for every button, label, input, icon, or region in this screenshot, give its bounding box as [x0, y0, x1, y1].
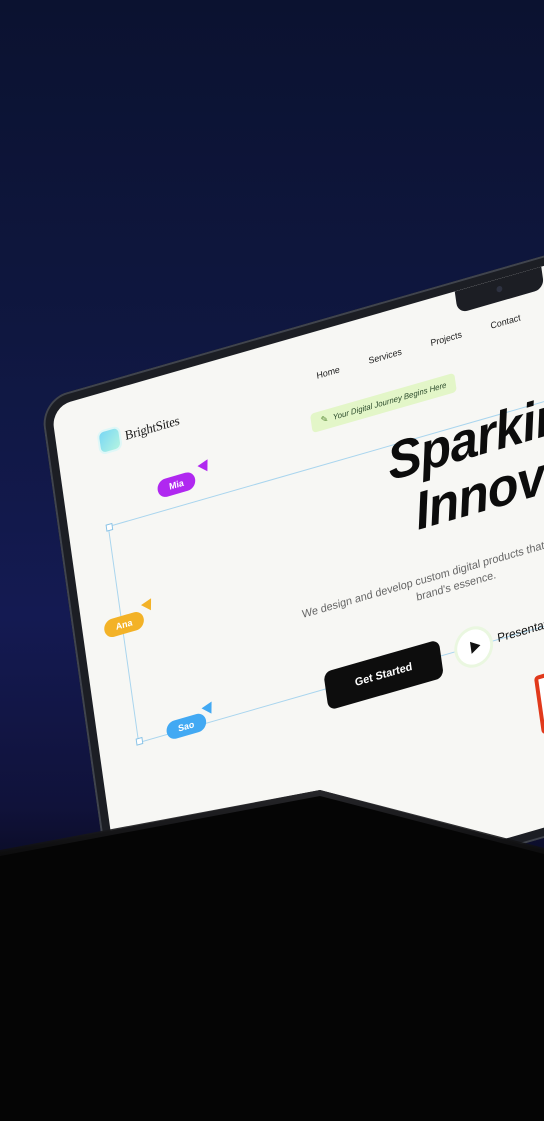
logo-text: BrightSites — [123, 412, 181, 443]
camera-icon — [496, 285, 503, 293]
nav-projects[interactable]: Projects — [430, 329, 463, 348]
play-icon — [469, 639, 481, 654]
nav-links: Home Services Projects Contact — [316, 312, 521, 380]
logo-mark-icon — [98, 427, 121, 454]
nav-services[interactable]: Services — [368, 346, 403, 366]
cursor-arrow-icon — [197, 456, 213, 472]
frame-handle — [105, 522, 114, 532]
cursor-chip-mia: Mia — [156, 470, 197, 500]
rocket-icon: ✎ — [320, 413, 329, 426]
site-logo[interactable]: BrightSites — [98, 410, 181, 454]
frame-handle — [135, 736, 144, 746]
nav-contact[interactable]: Contact — [490, 312, 521, 331]
project-card-preview — [533, 655, 544, 735]
nav-home[interactable]: Home — [316, 364, 340, 381]
